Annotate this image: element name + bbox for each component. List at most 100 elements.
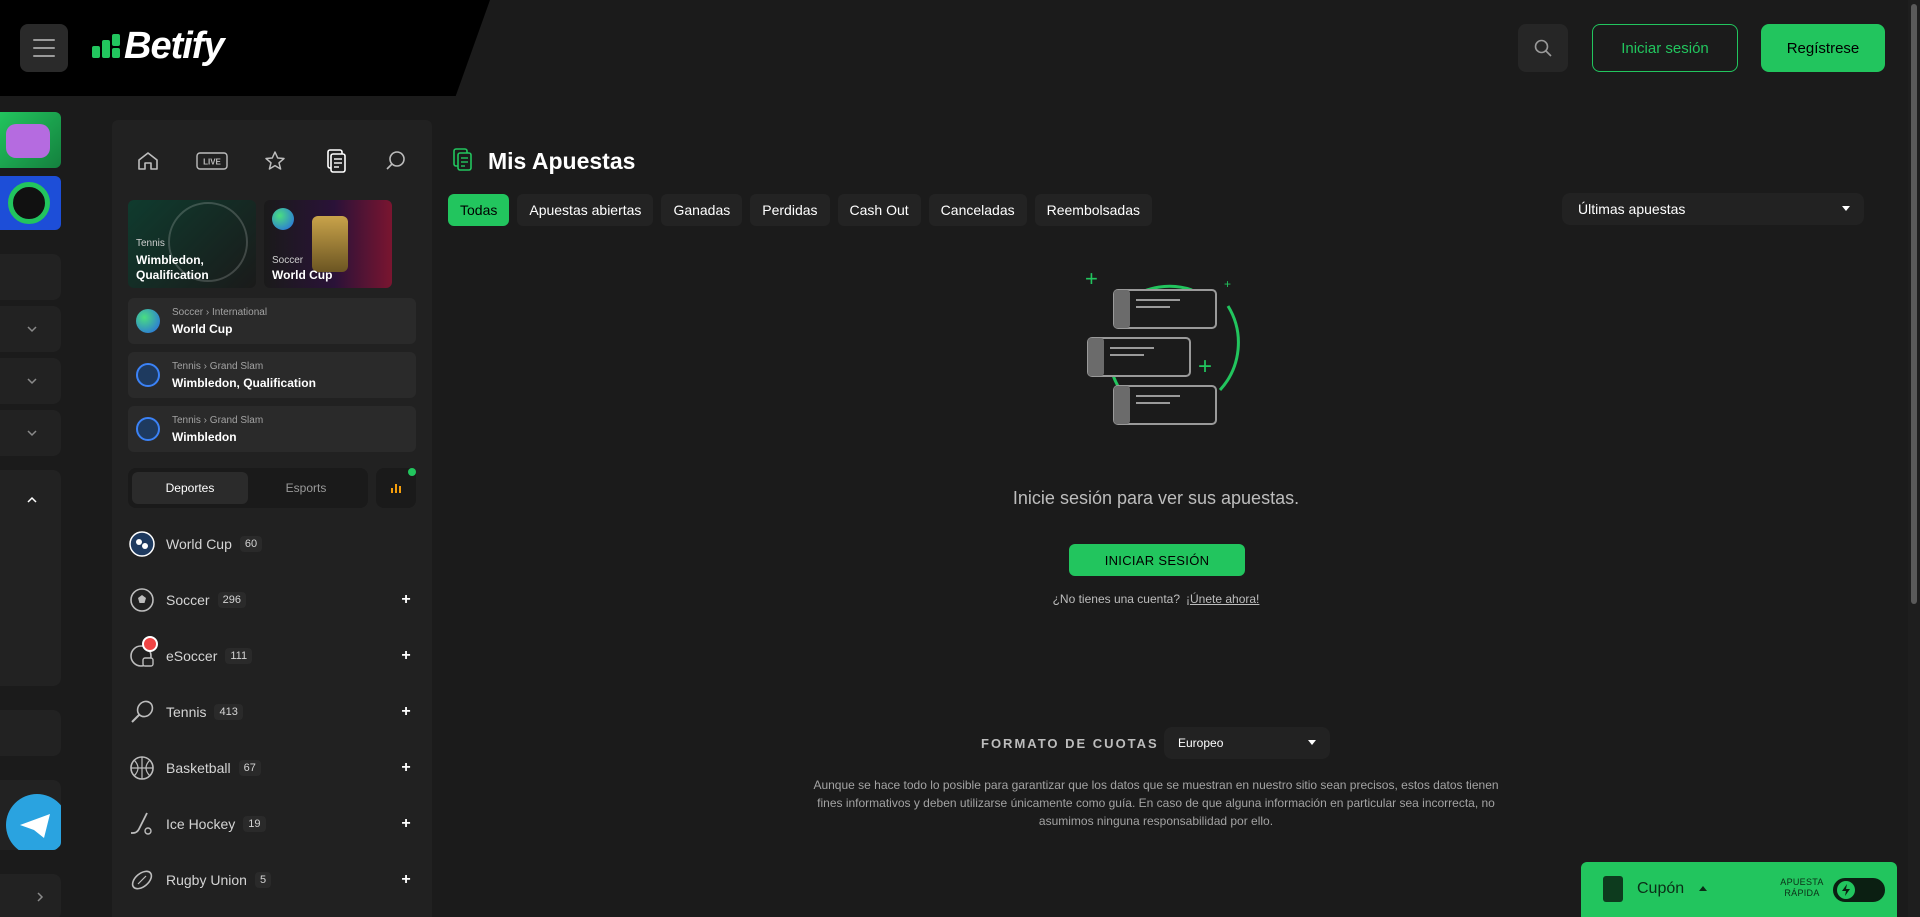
rail-telegram[interactable] [0,780,61,850]
tennis-racket-icon [131,700,154,723]
join-now-link[interactable]: ¡Únete ahora! [1186,592,1259,606]
sidebar-favorites[interactable] [261,147,289,175]
svg-text:+: + [1085,266,1098,291]
stats-button[interactable] [376,468,416,508]
sidebar-home[interactable] [134,147,162,175]
sport-count: 67 [238,760,261,776]
tab-todas[interactable]: Todas [448,194,510,226]
expand-plus-icon[interactable]: + [396,590,416,610]
expand-plus-icon[interactable]: + [396,702,416,722]
hamburger-icon [33,39,55,41]
sport-name: Rugby Union [166,872,247,888]
tab-deportes[interactable]: Deportes [132,472,248,504]
rail-tile[interactable] [0,358,61,404]
expand-plus-icon[interactable]: + [396,646,416,666]
svg-text:LIVE: LIVE [203,158,221,167]
chevron-up-icon [27,496,37,503]
caret-up-icon [1699,886,1707,891]
expand-plus-icon[interactable]: + [396,758,416,778]
star-icon [265,151,285,170]
sport-item-tennis[interactable]: Tennis 413 + [128,694,416,730]
tab-canceladas[interactable]: Canceladas [928,194,1027,226]
tab-cash-out[interactable]: Cash Out [837,194,921,226]
bet-coupon-bar[interactable]: Cupón APUESTA RÁPIDA [1581,862,1897,917]
sidebar-nav: LIVE [128,144,416,178]
rail-promo-wheel[interactable] [0,176,61,230]
wheel-icon [8,182,50,224]
bet-filter-tabs: Todas Apuestas abiertas Ganadas Perdidas… [448,194,1152,226]
rail-tile[interactable] [0,254,61,300]
top-header: Betify Iniciar sesión Regístrese [0,0,1908,96]
expand-plus-icon[interactable]: + [396,814,416,834]
logo[interactable]: Betify [92,24,225,68]
chevron-down-icon [27,430,37,437]
event-crumb: Tennis › Grand Slam [172,361,264,372]
sport-item-rugby-union[interactable]: Rugby Union 5 + [128,862,416,898]
tab-esports[interactable]: Esports [248,472,364,504]
sport-count: 111 [225,648,253,664]
login-button[interactable]: Iniciar sesión [1592,24,1738,72]
tab-perdidas[interactable]: Perdidas [750,194,830,226]
event-name: Wimbledon [172,430,237,444]
world-cup-icon [129,531,155,557]
sort-select[interactable]: Últimas apuestas [1562,193,1864,225]
hamburger-menu-button[interactable] [20,24,68,72]
rail-tile[interactable] [0,710,61,756]
event-name: World Cup [172,322,233,336]
empty-bets-illustration-icon: + + + [1085,266,1240,425]
header-search-button[interactable] [1518,24,1568,72]
rail-tile[interactable] [0,306,61,352]
grand-slam-icon [136,417,160,441]
event-crumb: Soccer › International [172,307,268,318]
svg-text:+: + [1198,353,1212,380]
disclaimer-text: Aunque se hace todo lo posible para gara… [813,778,1499,828]
quick-bet-toggle[interactable] [1833,878,1885,902]
quick-bet-label: APUESTA RÁPIDA [1780,877,1824,898]
tab-apuestas-abiertas[interactable]: Apuestas abiertas [517,194,654,226]
featured-card-wimbledon[interactable]: Tennis Wimbledon, Qualification [128,200,256,288]
odds-format-select[interactable]: Europeo [1164,727,1330,759]
empty-state-message: Inicie sesión para ver sus apuestas. [1012,488,1300,508]
login-cta-button[interactable]: INICIAR SESIÓN [1069,544,1245,576]
register-button[interactable]: Regístrese [1761,24,1885,72]
no-account-text: ¿No tienes una cuenta? [1052,592,1181,606]
bets-slip-icon [453,148,472,171]
odds-format-label: FORMATO DE CUOTAS [981,736,1159,751]
event-row[interactable]: Soccer › International World Cup [128,298,416,344]
chevron-right-icon [37,892,44,902]
sport-name: Basketball [166,760,231,776]
event-row[interactable]: Tennis › Grand Slam Wimbledon [128,406,416,452]
rugby-ball-icon [131,870,153,890]
sport-item-world-cup[interactable]: World Cup 60 [128,526,416,562]
rail-expanded-panel[interactable] [0,470,61,686]
sports-sidebar: LIVE Tennis Wimbledon, Qualification Soc… [112,120,432,917]
page-scrollbar[interactable] [1908,0,1920,917]
rail-tile[interactable] [0,410,61,456]
scrollbar-thumb[interactable] [1911,4,1917,604]
featured-sport: Tennis [136,238,165,249]
sport-item-basketball[interactable]: Basketball 67 + [128,750,416,786]
event-crumb: Tennis › Grand Slam [172,415,264,426]
sidebar-my-bets[interactable] [322,147,350,175]
sport-item-esoccer[interactable]: eSoccer 111 + [128,636,416,674]
event-row[interactable]: Tennis › Grand Slam Wimbledon, Qualifica… [128,352,416,398]
tab-reembolsadas[interactable]: Reembolsadas [1034,194,1152,226]
page-title: Mis Apuestas [488,148,636,174]
sport-item-soccer[interactable]: Soccer 296 + [128,582,416,618]
grand-slam-icon [136,363,160,387]
sport-name: eSoccer [166,648,218,664]
expand-plus-icon[interactable]: + [396,870,416,890]
sidebar-search[interactable] [382,147,410,175]
rail-collapse-toggle[interactable] [0,874,61,917]
featured-card-world-cup[interactable]: Soccer World Cup [264,200,392,288]
sport-count: 5 [254,872,272,888]
chevron-down-icon [27,378,37,385]
tab-ganadas[interactable]: Ganadas [661,194,743,226]
sport-item-ice-hockey[interactable]: Ice Hockey 19 + [128,806,416,842]
coupon-label: Cupón [1637,880,1685,897]
sports-esports-switch: Deportes Esports [128,468,368,508]
basketball-icon [130,756,154,780]
sidebar-live[interactable]: LIVE [195,147,229,175]
signup-prompt: ¿No tienes una cuenta? ¡Únete ahora! [900,592,1412,606]
rail-promo-wallet[interactable] [0,112,61,168]
